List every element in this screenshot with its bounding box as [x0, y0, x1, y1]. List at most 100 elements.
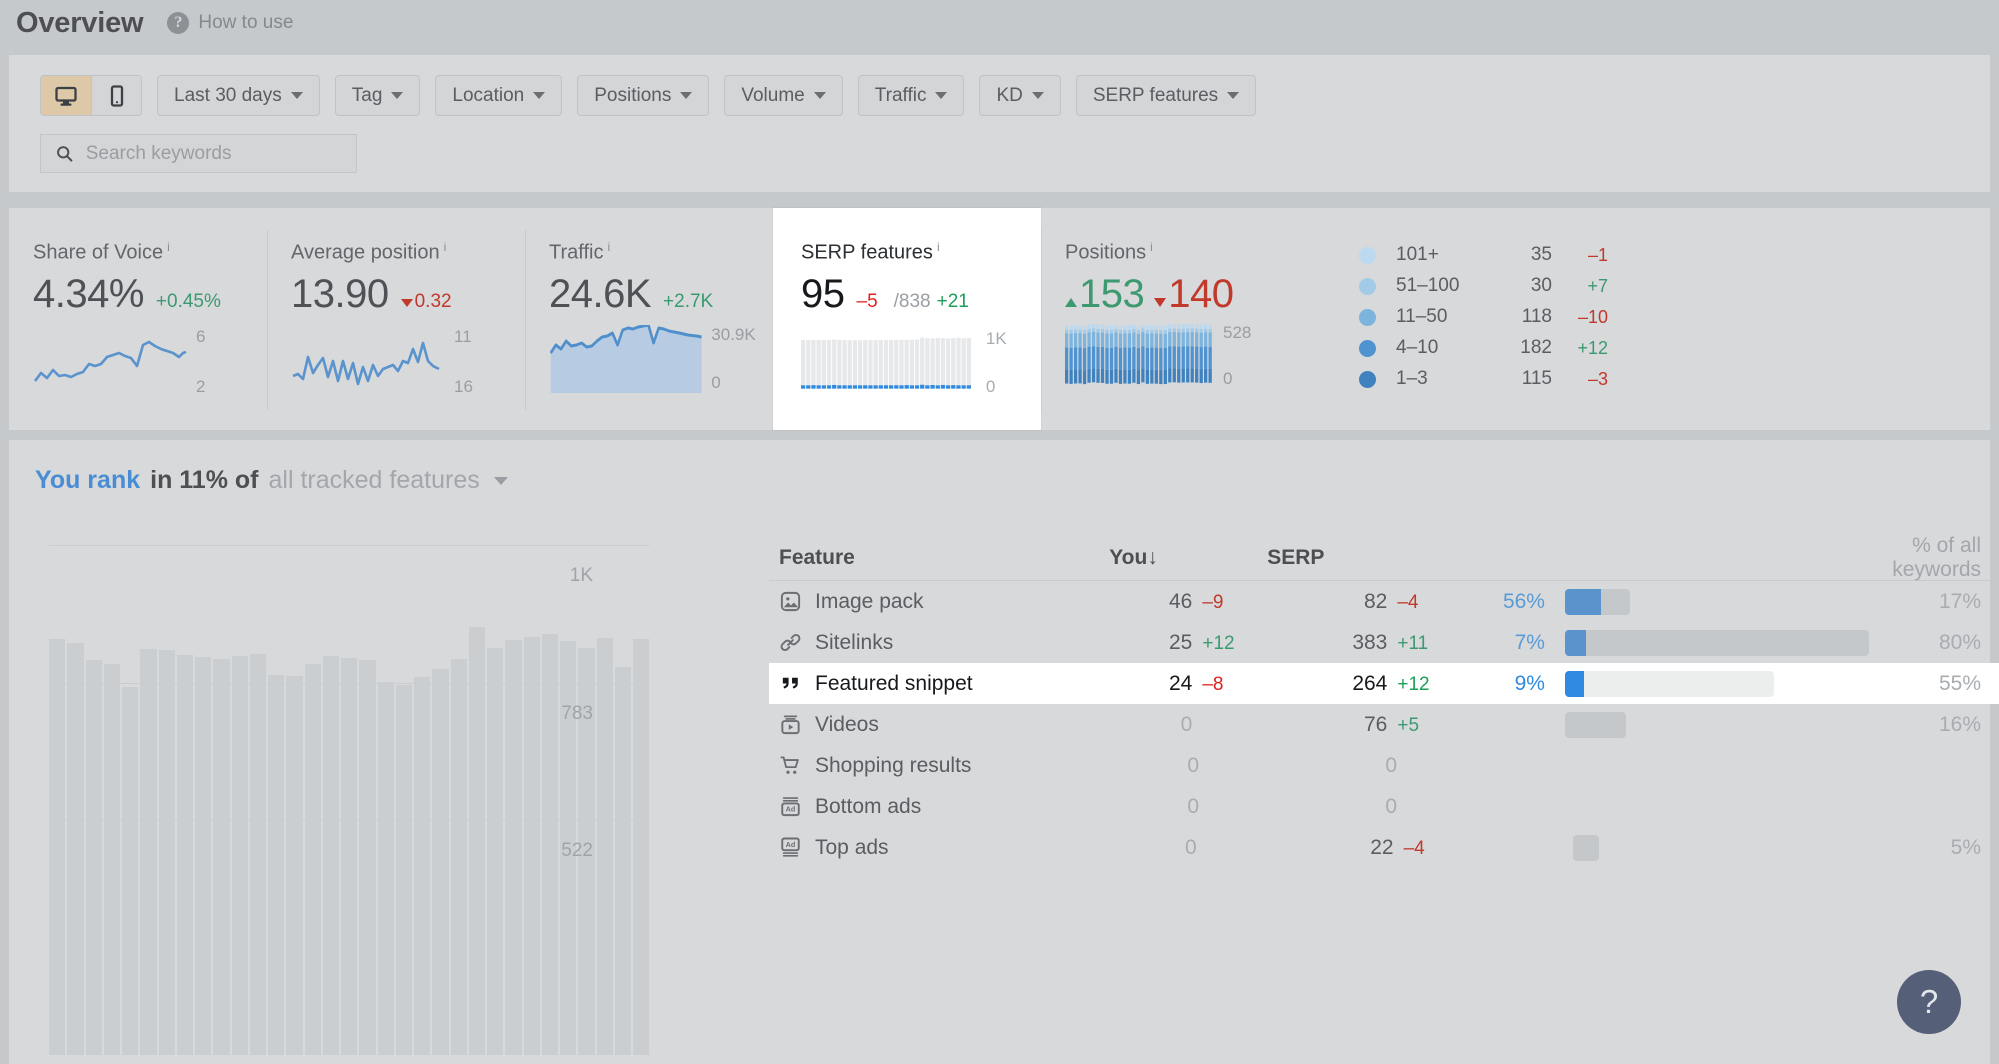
chart-bar-segment — [1123, 325, 1126, 329]
chart-bar-segment — [1105, 330, 1108, 334]
chevron-down-icon — [1227, 92, 1239, 99]
chart-bar-segment — [1101, 369, 1104, 383]
chart-bar-segment — [1092, 328, 1095, 332]
device-toggle-desktop[interactable] — [41, 76, 91, 115]
table-row[interactable]: Videos076+516% — [769, 704, 1999, 745]
sparkline-axis: 30.9K 0 — [711, 325, 773, 393]
chart-bar — [542, 634, 558, 1055]
metric-card-serp-features[interactable]: SERP featuresi 95 –5 /838 +21 1K 0 — [773, 208, 1041, 430]
chart-bar-segment — [1096, 332, 1099, 346]
device-toggle-mobile[interactable] — [91, 76, 141, 115]
col-header-all-keywords[interactable]: % of all keywords — [1892, 534, 1999, 582]
legend-delta: –10 — [1552, 307, 1608, 328]
legend-row[interactable]: 1–3 115 –3 — [1359, 368, 1608, 390]
info-icon[interactable]: i — [607, 240, 610, 254]
col-header-you[interactable]: You↓ — [1051, 546, 1177, 570]
question-mark-circle-icon: ? — [167, 12, 189, 34]
keyword-share-bar — [1565, 671, 1774, 697]
table-row[interactable]: AdBottom ads00 — [769, 786, 1999, 827]
search-keywords-box[interactable] — [40, 134, 357, 173]
how-to-use-link[interactable]: ? How to use — [167, 12, 293, 34]
table-row[interactable]: Sitelinks25+12383+117%80% — [769, 622, 1999, 663]
chart-bar-segment — [1186, 328, 1189, 332]
top-ads-icon: Ad — [779, 836, 802, 859]
chart-bar-segment — [1119, 333, 1122, 347]
filter-tag[interactable]: Tag — [335, 75, 421, 116]
legend-row[interactable]: 11–50 118 –10 — [1359, 306, 1608, 328]
filter-volume[interactable]: Volume — [724, 75, 842, 116]
legend-delta: –3 — [1552, 369, 1608, 390]
legend-delta: +12 — [1552, 338, 1608, 359]
chart-bar-segment — [1083, 348, 1086, 370]
chart-bar-segment — [1083, 330, 1086, 334]
chart-bar-total — [894, 339, 898, 388]
filter-positions[interactable]: Positions — [577, 75, 709, 116]
info-icon[interactable]: i — [1150, 240, 1153, 254]
feature-table: Feature You↓ SERP % of all keywords Imag… — [769, 535, 1999, 868]
chart-bar-segment — [1114, 324, 1117, 328]
chart-bar-total — [920, 337, 924, 388]
chart-bar-segment — [1200, 329, 1203, 333]
chevron-down-icon — [680, 92, 692, 99]
filter-location[interactable]: Location — [435, 75, 562, 116]
chart-bar-total — [853, 340, 857, 388]
filter-kd[interactable]: KD — [979, 75, 1060, 116]
chart-bar-segment — [1110, 333, 1113, 347]
tracked-features-chart: 1K 783 522 — [49, 545, 689, 1055]
average-position-sparkline: 11 16 — [291, 331, 525, 393]
table-row[interactable]: Featured snippet24–8264+129%55% — [769, 663, 1999, 704]
chart-axis-label: 783 — [561, 703, 593, 725]
rank-heading-scope[interactable]: all tracked features — [269, 466, 480, 495]
help-fab-button[interactable]: ? — [1897, 970, 1961, 1034]
metric-card-positions[interactable]: Positionsi 153 140 528 0 — [1041, 208, 1317, 430]
chart-bar-segment — [1096, 329, 1099, 333]
metric-card-average-position[interactable]: Average positioni 13.90 0.32 11 16 — [267, 208, 525, 430]
feature-name: Videos — [815, 713, 879, 737]
chevron-down-icon[interactable] — [494, 477, 508, 485]
filter-serp-features[interactable]: SERP features — [1076, 75, 1256, 116]
chart-bar-segment — [1200, 332, 1203, 346]
chart-bar-segment — [1101, 332, 1104, 346]
metric-value-up: 153 — [1065, 272, 1144, 317]
legend-dot-icon — [1359, 309, 1376, 326]
legend-count: 118 — [1492, 306, 1552, 328]
col-header-feature[interactable]: Feature — [769, 546, 1051, 570]
chart-bar-segment — [1128, 325, 1131, 329]
chart-bar-segment — [1114, 332, 1117, 346]
chart-bar-segment — [1177, 332, 1180, 346]
col-header-serp[interactable]: SERP — [1241, 546, 1365, 570]
shopping-cart-icon — [779, 754, 802, 777]
filter-serp-features-label: SERP features — [1093, 85, 1218, 107]
search-input[interactable] — [86, 143, 342, 165]
chart-bar-segment — [1132, 328, 1135, 332]
chart-bar-segment — [1191, 346, 1194, 368]
chart-bar-total — [936, 338, 940, 389]
metric-total-delta: +21 — [937, 291, 969, 313]
metric-delta: 0.32 — [401, 291, 452, 313]
filter-date-range[interactable]: Last 30 days — [157, 75, 320, 116]
info-icon[interactable]: i — [167, 240, 170, 254]
chart-bar-you — [832, 385, 836, 389]
rank-heading-you-rank[interactable]: You rank — [35, 466, 140, 495]
metric-title: Positionsi — [1065, 240, 1317, 265]
chart-bar-segment — [1119, 330, 1122, 334]
table-row[interactable]: Shopping results00 — [769, 745, 1999, 786]
serp-value: 0 — [1385, 795, 1397, 818]
page-header: Overview ? How to use — [0, 0, 1999, 46]
chart-bar-segment — [1164, 348, 1167, 370]
device-toggle[interactable] — [40, 75, 142, 116]
table-row[interactable]: AdTop ads022–45% — [769, 827, 1999, 868]
chart-bar — [359, 660, 375, 1055]
legend-row[interactable]: 4–10 182 +12 — [1359, 337, 1608, 359]
chart-bar-total — [806, 340, 810, 389]
legend-row[interactable]: 51–100 30 +7 — [1359, 275, 1608, 297]
filter-traffic[interactable]: Traffic — [858, 75, 965, 116]
info-icon[interactable]: i — [937, 240, 940, 254]
you-value: 0 — [1185, 836, 1197, 859]
keyword-share-bar — [1565, 589, 1630, 615]
metric-card-share-of-voice[interactable]: Share of Voicei 4.34% +0.45% 6 2 — [9, 208, 267, 430]
legend-row[interactable]: 101+ 35 –1 — [1359, 244, 1608, 266]
table-row[interactable]: Image pack46–982–456%17% — [769, 581, 1999, 622]
info-icon[interactable]: i — [444, 240, 447, 254]
metric-card-traffic[interactable]: Traffici 24.6K +2.7K 30.9K 0 — [525, 208, 773, 430]
